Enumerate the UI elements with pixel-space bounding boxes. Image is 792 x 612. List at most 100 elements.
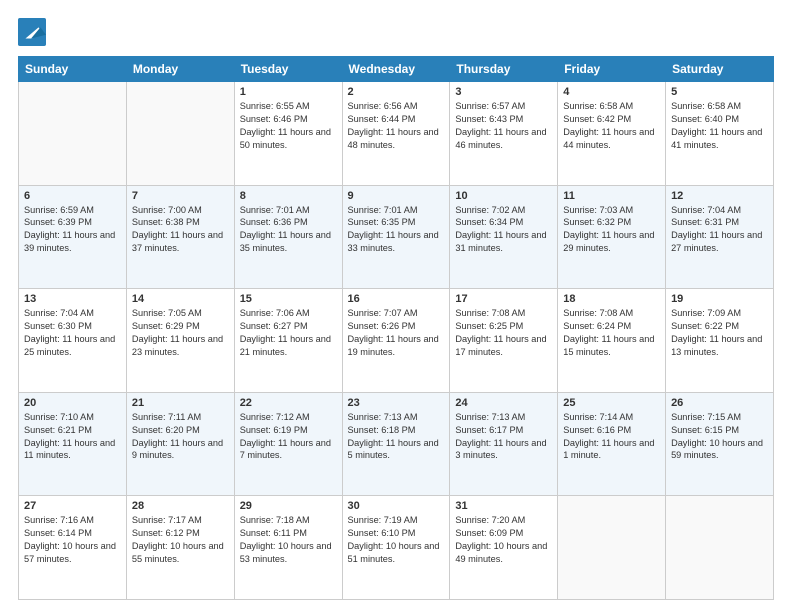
weekday-header-friday: Friday [558, 57, 666, 82]
cell-content: Sunrise: 7:19 AMSunset: 6:10 PMDaylight:… [348, 514, 445, 566]
calendar-cell [19, 82, 127, 186]
cell-content: Sunrise: 7:13 AMSunset: 6:18 PMDaylight:… [348, 411, 445, 463]
day-number: 10 [455, 190, 552, 202]
cell-content: Sunrise: 7:06 AMSunset: 6:27 PMDaylight:… [240, 307, 337, 359]
calendar-week-2: 13 Sunrise: 7:04 AMSunset: 6:30 PMDayligh… [19, 289, 774, 393]
calendar-week-3: 20 Sunrise: 7:10 AMSunset: 6:21 PMDayligh… [19, 392, 774, 496]
day-number: 14 [132, 293, 229, 305]
cell-content: Sunrise: 7:03 AMSunset: 6:32 PMDaylight:… [563, 204, 660, 256]
calendar-cell: 20 Sunrise: 7:10 AMSunset: 6:21 PMDayligh… [19, 392, 127, 496]
day-number: 13 [24, 293, 121, 305]
page: SundayMondayTuesdayWednesdayThursdayFrid… [0, 0, 792, 612]
calendar-cell: 14 Sunrise: 7:05 AMSunset: 6:29 PMDayligh… [126, 289, 234, 393]
day-number: 18 [563, 293, 660, 305]
day-number: 21 [132, 397, 229, 409]
calendar-cell: 12Sunrise: 7:04 AMSunset: 6:31 PMDayligh… [666, 185, 774, 289]
cell-content: Sunrise: 7:09 AMSunset: 6:22 PMDaylight:… [671, 307, 768, 359]
weekday-header-row: SundayMondayTuesdayWednesdayThursdayFrid… [19, 57, 774, 82]
calendar-cell [558, 496, 666, 600]
weekday-header-tuesday: Tuesday [234, 57, 342, 82]
calendar-cell: 1Sunrise: 6:55 AMSunset: 6:46 PMDaylight… [234, 82, 342, 186]
calendar-cell: 28 Sunrise: 7:17 AMSunset: 6:12 PMDayligh… [126, 496, 234, 600]
weekday-header-thursday: Thursday [450, 57, 558, 82]
day-number: 19 [671, 293, 768, 305]
day-number: 17 [455, 293, 552, 305]
calendar-cell: 24Sunrise: 7:13 AMSunset: 6:17 PMDayligh… [450, 392, 558, 496]
cell-content: Sunrise: 6:57 AMSunset: 6:43 PMDaylight:… [455, 100, 552, 152]
calendar: SundayMondayTuesdayWednesdayThursdayFrid… [18, 56, 774, 600]
calendar-cell: 8 Sunrise: 7:01 AMSunset: 6:36 PMDaylight… [234, 185, 342, 289]
calendar-cell: 5Sunrise: 6:58 AMSunset: 6:40 PMDaylight… [666, 82, 774, 186]
day-number: 3 [455, 86, 552, 98]
calendar-cell: 3 Sunrise: 6:57 AMSunset: 6:43 PMDaylight… [450, 82, 558, 186]
cell-content: Sunrise: 7:04 AMSunset: 6:30 PMDaylight:… [24, 307, 121, 359]
day-number: 28 [132, 500, 229, 512]
calendar-cell: 22 Sunrise: 7:12 AMSunset: 6:19 PMDayligh… [234, 392, 342, 496]
calendar-cell: 10 Sunrise: 7:02 AMSunset: 6:34 PMDayligh… [450, 185, 558, 289]
day-number: 8 [240, 190, 337, 202]
calendar-cell: 31 Sunrise: 7:20 AMSunset: 6:09 PMDayligh… [450, 496, 558, 600]
calendar-cell: 9Sunrise: 7:01 AMSunset: 6:35 PMDaylight… [342, 185, 450, 289]
cell-content: Sunrise: 7:18 AMSunset: 6:11 PMDaylight:… [240, 514, 337, 566]
calendar-cell: 16Sunrise: 7:07 AMSunset: 6:26 PMDayligh… [342, 289, 450, 393]
weekday-header-monday: Monday [126, 57, 234, 82]
calendar-cell: 23 Sunrise: 7:13 AMSunset: 6:18 PMDayligh… [342, 392, 450, 496]
cell-content: Sunrise: 7:13 AMSunset: 6:17 PMDaylight:… [455, 411, 552, 463]
calendar-week-4: 27 Sunrise: 7:16 AMSunset: 6:14 PMDayligh… [19, 496, 774, 600]
day-number: 12 [671, 190, 768, 202]
day-number: 20 [24, 397, 121, 409]
cell-content: Sunrise: 7:01 AMSunset: 6:35 PMDaylight:… [348, 204, 445, 256]
weekday-header-sunday: Sunday [19, 57, 127, 82]
cell-content: Sunrise: 7:11 AMSunset: 6:20 PMDaylight:… [132, 411, 229, 463]
cell-content: Sunrise: 7:14 AMSunset: 6:16 PMDaylight:… [563, 411, 660, 463]
calendar-cell: 2 Sunrise: 6:56 AMSunset: 6:44 PMDaylight… [342, 82, 450, 186]
day-number: 29 [240, 500, 337, 512]
weekday-header-saturday: Saturday [666, 57, 774, 82]
calendar-week-1: 6Sunrise: 6:59 AMSunset: 6:39 PMDaylight… [19, 185, 774, 289]
cell-content: Sunrise: 7:16 AMSunset: 6:14 PMDaylight:… [24, 514, 121, 566]
calendar-cell: 18Sunrise: 7:08 AMSunset: 6:24 PMDayligh… [558, 289, 666, 393]
logo [18, 18, 50, 46]
calendar-cell [666, 496, 774, 600]
day-number: 25 [563, 397, 660, 409]
cell-content: Sunrise: 7:05 AMSunset: 6:29 PMDaylight:… [132, 307, 229, 359]
day-number: 23 [348, 397, 445, 409]
cell-content: Sunrise: 7:17 AMSunset: 6:12 PMDaylight:… [132, 514, 229, 566]
calendar-cell: 25 Sunrise: 7:14 AMSunset: 6:16 PMDayligh… [558, 392, 666, 496]
cell-content: Sunrise: 6:56 AMSunset: 6:44 PMDaylight:… [348, 100, 445, 152]
cell-content: Sunrise: 7:12 AMSunset: 6:19 PMDaylight:… [240, 411, 337, 463]
cell-content: Sunrise: 7:10 AMSunset: 6:21 PMDaylight:… [24, 411, 121, 463]
cell-content: Sunrise: 7:02 AMSunset: 6:34 PMDaylight:… [455, 204, 552, 256]
calendar-cell: 29 Sunrise: 7:18 AMSunset: 6:11 PMDayligh… [234, 496, 342, 600]
day-number: 27 [24, 500, 121, 512]
calendar-cell: 30 Sunrise: 7:19 AMSunset: 6:10 PMDayligh… [342, 496, 450, 600]
calendar-cell: 6Sunrise: 6:59 AMSunset: 6:39 PMDaylight… [19, 185, 127, 289]
cell-content: Sunrise: 7:20 AMSunset: 6:09 PMDaylight:… [455, 514, 552, 566]
day-number: 15 [240, 293, 337, 305]
day-number: 7 [132, 190, 229, 202]
calendar-cell: 11Sunrise: 7:03 AMSunset: 6:32 PMDayligh… [558, 185, 666, 289]
calendar-cell: 7Sunrise: 7:00 AMSunset: 6:38 PMDaylight… [126, 185, 234, 289]
calendar-cell: 17 Sunrise: 7:08 AMSunset: 6:25 PMDayligh… [450, 289, 558, 393]
calendar-cell: 21 Sunrise: 7:11 AMSunset: 6:20 PMDayligh… [126, 392, 234, 496]
logo-icon [18, 18, 46, 46]
cell-content: Sunrise: 6:59 AMSunset: 6:39 PMDaylight:… [24, 204, 121, 256]
cell-content: Sunrise: 7:01 AMSunset: 6:36 PMDaylight:… [240, 204, 337, 256]
calendar-cell: 15 Sunrise: 7:06 AMSunset: 6:27 PMDayligh… [234, 289, 342, 393]
cell-content: Sunrise: 7:08 AMSunset: 6:25 PMDaylight:… [455, 307, 552, 359]
cell-content: Sunrise: 7:15 AMSunset: 6:15 PMDaylight:… [671, 411, 768, 463]
day-number: 22 [240, 397, 337, 409]
day-number: 31 [455, 500, 552, 512]
day-number: 26 [671, 397, 768, 409]
calendar-cell: 19 Sunrise: 7:09 AMSunset: 6:22 PMDayligh… [666, 289, 774, 393]
day-number: 30 [348, 500, 445, 512]
calendar-cell: 4Sunrise: 6:58 AMSunset: 6:42 PMDaylight… [558, 82, 666, 186]
header [18, 18, 774, 46]
calendar-cell: 26 Sunrise: 7:15 AMSunset: 6:15 PMDayligh… [666, 392, 774, 496]
calendar-week-0: 1Sunrise: 6:55 AMSunset: 6:46 PMDaylight… [19, 82, 774, 186]
day-number: 5 [671, 86, 768, 98]
day-number: 16 [348, 293, 445, 305]
cell-content: Sunrise: 6:55 AMSunset: 6:46 PMDaylight:… [240, 100, 337, 152]
weekday-header-wednesday: Wednesday [342, 57, 450, 82]
day-number: 2 [348, 86, 445, 98]
